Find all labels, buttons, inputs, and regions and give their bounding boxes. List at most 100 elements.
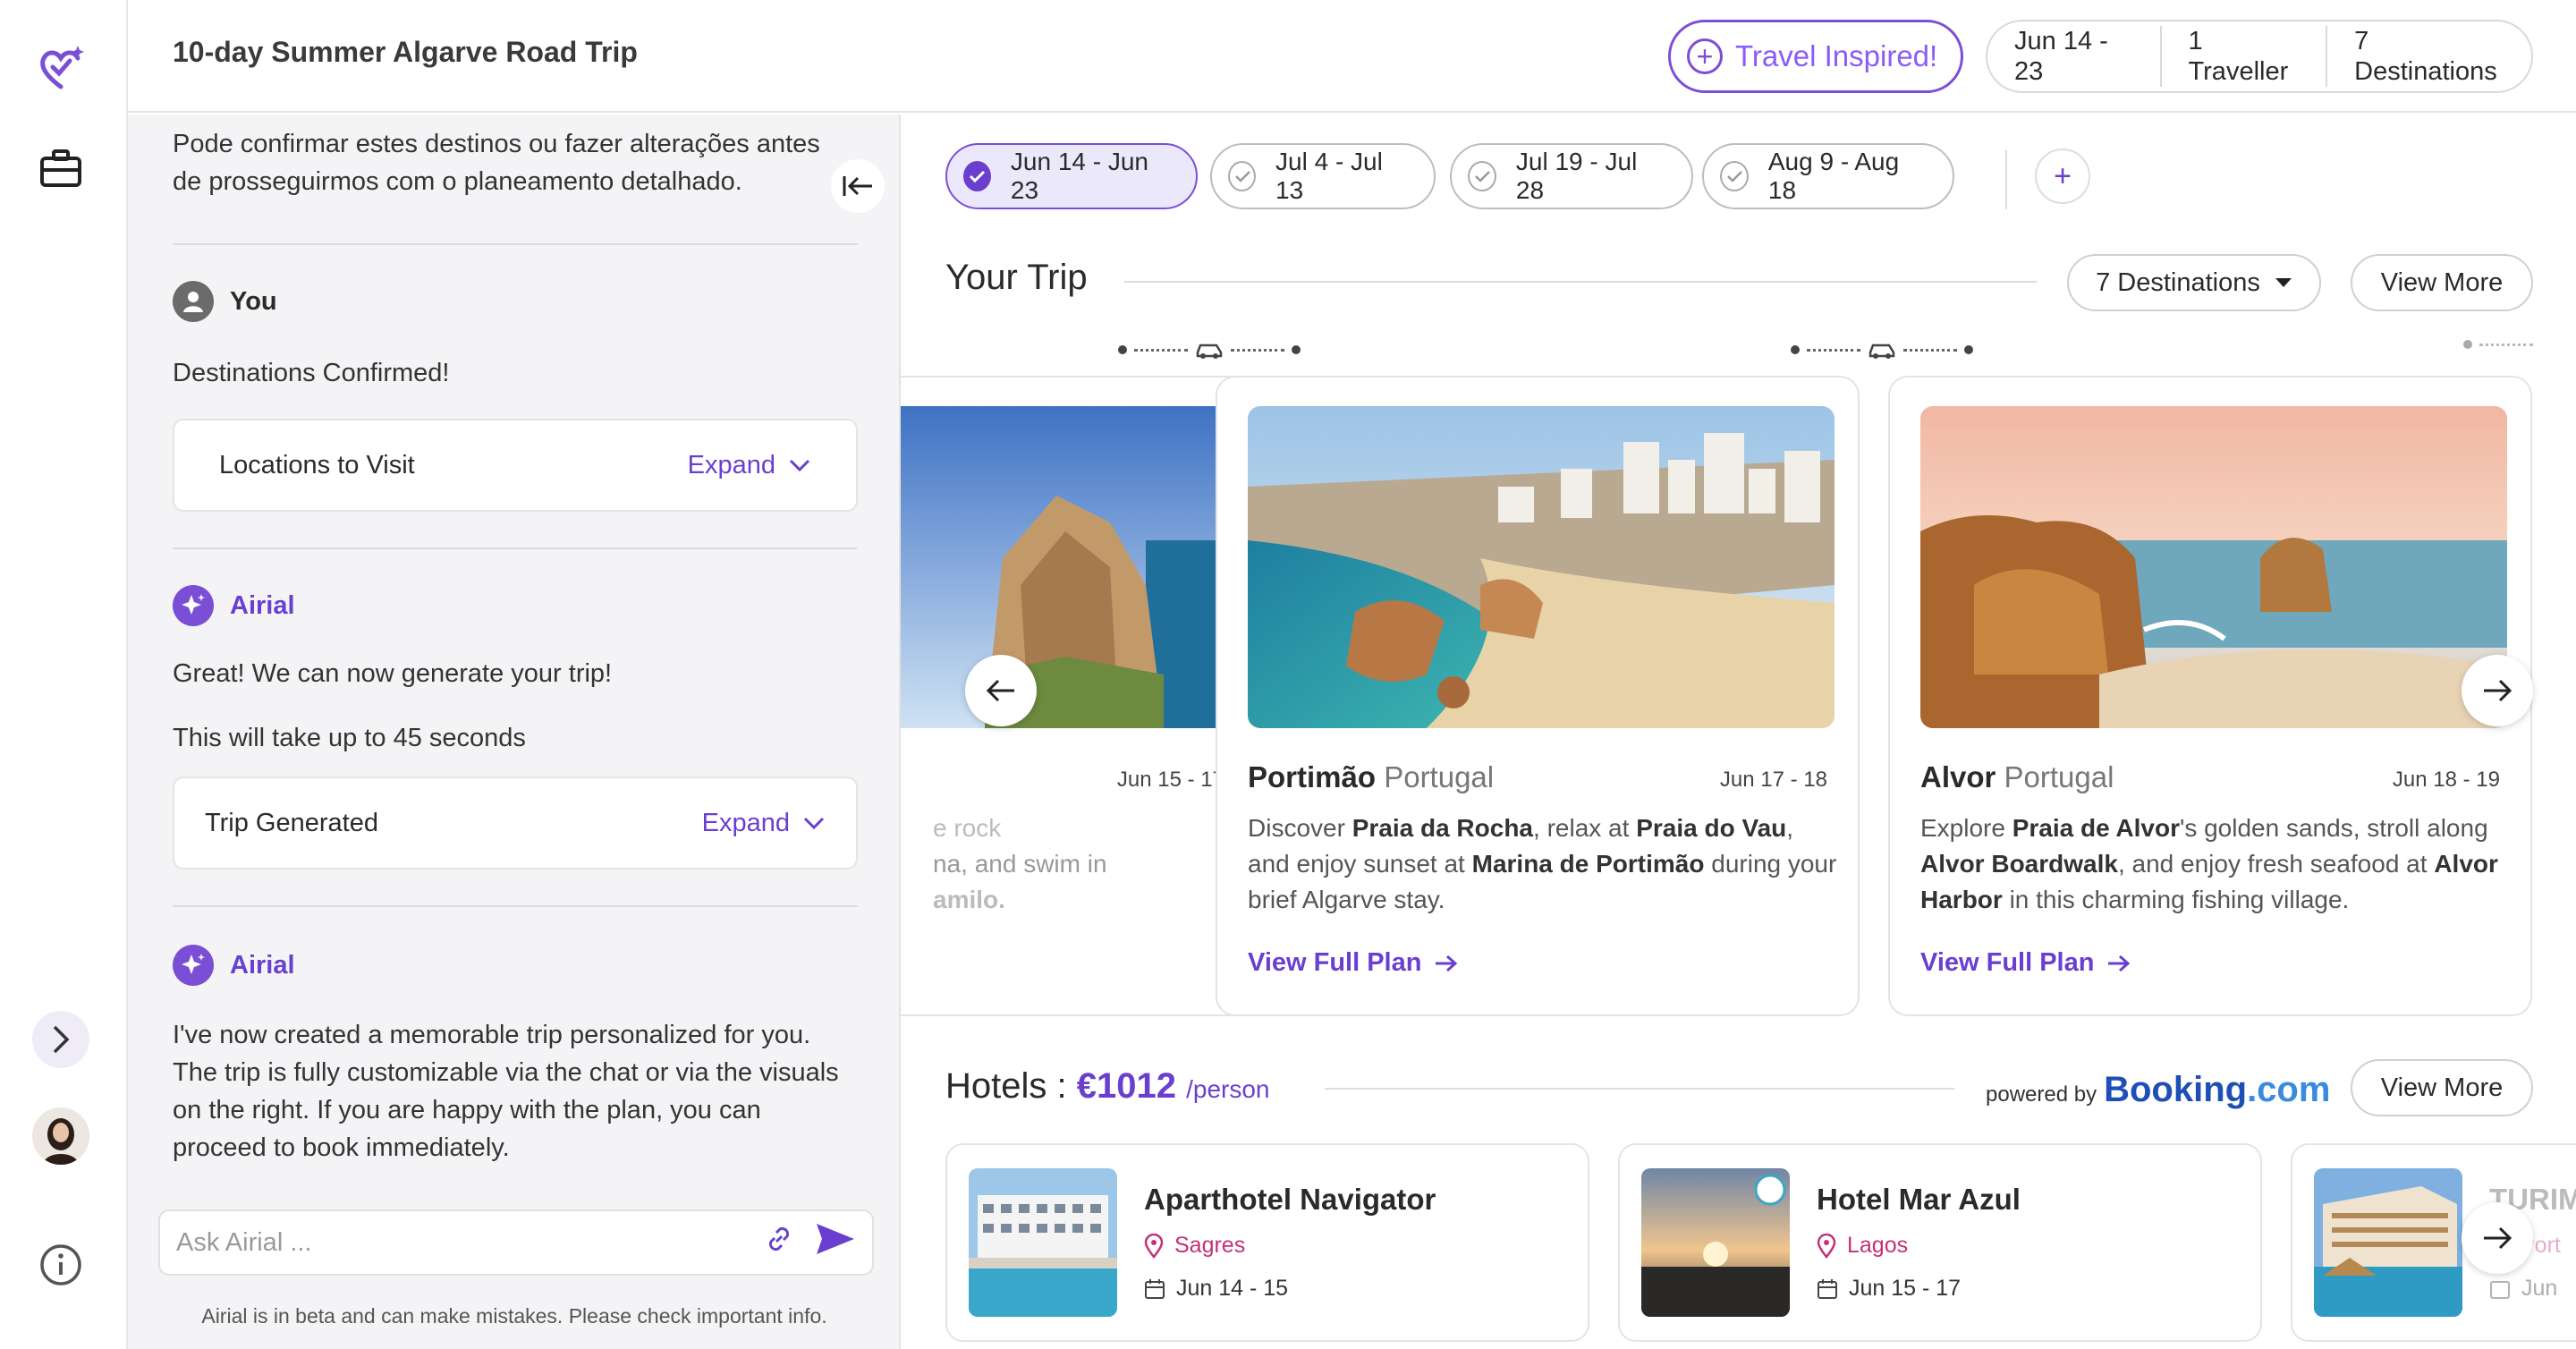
hotel-location: Sagres xyxy=(1144,1233,1245,1259)
view-more-trip-button[interactable]: View More xyxy=(2351,254,2533,311)
chevron-down-icon xyxy=(803,817,825,830)
arrow-right-icon xyxy=(2484,679,2512,702)
date-option-label: Jul 19 - Jul 28 xyxy=(1515,148,1638,204)
ai-header: Airial xyxy=(173,585,295,626)
place-highlight: Praia de Alvor xyxy=(2012,814,2180,842)
hotels-next-button[interactable] xyxy=(2462,1202,2533,1274)
ai-header: Airial xyxy=(173,945,295,986)
info-icon[interactable] xyxy=(32,1236,89,1294)
chevron-right-icon[interactable] xyxy=(32,1011,89,1068)
calendar-icon xyxy=(1145,1278,1165,1299)
add-date-button[interactable]: + xyxy=(2035,148,2090,204)
caret-down-icon xyxy=(2275,278,2292,287)
date-option-4[interactable]: Aug 9 - Aug 18 xyxy=(1702,143,1954,209)
ai-name: Airial xyxy=(230,590,295,620)
arrow-right-icon xyxy=(1436,954,1458,971)
destination-card-alvor[interactable]: Alvor Portugal Jun 18 - 19 Explore Praia… xyxy=(1888,376,2532,1016)
booking-logo[interactable]: Booking.com xyxy=(2104,1070,2330,1110)
ai-name: Airial xyxy=(230,950,295,980)
chat-panel: Pode confirmar estes destinos ou fazer a… xyxy=(128,115,901,1349)
hotel-card[interactable]: Aparthotel Navigator Sagres Jun 14 - 15 xyxy=(945,1143,1589,1342)
destination-card-portimao[interactable]: Portimão Portugal Jun 17 - 18 Discover P… xyxy=(1216,376,1860,1016)
travel-inspired-button[interactable]: + Travel Inspired! xyxy=(1668,20,1963,93)
date-option-label: Aug 9 - Aug 18 xyxy=(1767,148,1900,204)
trip-card-label: Trip Generated xyxy=(205,808,378,837)
user-header: You xyxy=(173,281,277,322)
drive-connector xyxy=(2463,340,2533,349)
drive-connector xyxy=(1791,340,1973,360)
powered-by-booking: powered by Booking.com xyxy=(1986,1070,2330,1110)
date-option-2[interactable]: Jul 4 - Jul 13 xyxy=(1210,143,1436,209)
destination-dates: Jun 17 - 18 xyxy=(1719,768,1827,792)
divider xyxy=(1124,281,2037,283)
disclaimer: Airial is in beta and can make mistakes.… xyxy=(201,1304,827,1328)
ask-input[interactable] xyxy=(176,1227,743,1258)
calendar-icon xyxy=(1818,1278,1837,1299)
hotel-card[interactable]: TURIM Port Jun xyxy=(2291,1143,2576,1342)
destination-dates: Jun 18 - 19 xyxy=(2392,768,2500,792)
description-text: in this charming fishing village. xyxy=(2002,886,2350,913)
avatar[interactable] xyxy=(32,1107,89,1165)
place-highlight: Praia da Rocha xyxy=(1352,814,1534,842)
date-option-1[interactable]: Jun 14 - Jun 23 xyxy=(945,143,1198,209)
locations-card-label: Locations to Visit xyxy=(219,450,415,479)
user-icon xyxy=(173,281,214,322)
hotels-per-person: /person xyxy=(1186,1075,1270,1103)
hotel-card[interactable]: Hotel Mar Azul Lagos Jun 15 - 17 xyxy=(1618,1143,2262,1342)
hotel-dates: Jun xyxy=(2489,1276,2557,1302)
calendar-icon xyxy=(2490,1280,2510,1299)
carousel-next-button[interactable] xyxy=(2462,655,2533,726)
hotel-image xyxy=(1641,1168,1790,1317)
view-full-plan-link[interactable]: View Full Plan xyxy=(1920,948,2131,978)
hotels-title: Hotels : xyxy=(945,1066,1067,1106)
check-icon xyxy=(1228,161,1257,191)
destination-image xyxy=(901,406,1232,728)
place-highlight: Alvor Boardwalk xyxy=(1920,850,2118,878)
expand-link[interactable]: Expand xyxy=(702,809,826,838)
summary-dates: Jun 14 - 23 xyxy=(1987,26,2162,87)
collapse-panel-button[interactable] xyxy=(831,159,885,213)
car-icon xyxy=(1196,344,1223,359)
ai-message: This will take up to 45 seconds xyxy=(173,724,526,752)
attach-link-icon[interactable] xyxy=(763,1223,795,1262)
briefcase-icon[interactable] xyxy=(32,140,89,197)
destinations-select[interactable]: 7 Destinations xyxy=(2067,254,2321,311)
travel-inspired-label: Travel Inspired! xyxy=(1735,39,1938,72)
map-pin-icon xyxy=(1144,1233,1164,1259)
date-option-3[interactable]: Jul 19 - Jul 28 xyxy=(1450,143,1693,209)
hotel-image xyxy=(2314,1168,2462,1317)
divider xyxy=(173,243,858,245)
view-more-hotels-button[interactable]: View More xyxy=(2351,1059,2533,1116)
place-highlight: Marina de Portimão xyxy=(1471,850,1705,878)
destination-image xyxy=(1920,406,2507,728)
ai-message: I've now created a memorable trip person… xyxy=(173,1021,839,1162)
divider xyxy=(173,547,858,549)
description-text: , relax at xyxy=(1533,814,1637,842)
locations-to-visit-card[interactable]: Locations to Visit Expand xyxy=(173,419,858,512)
powered-by-label: powered by xyxy=(1986,1082,2097,1107)
expand-link[interactable]: Expand xyxy=(688,451,811,480)
ai-message: Great! We can now generate your trip! xyxy=(173,659,613,688)
top-bar: 10-day Summer Algarve Road Trip + Travel… xyxy=(128,0,2576,113)
divider xyxy=(173,905,858,907)
description-text: Discover xyxy=(1248,814,1352,842)
trip-summary-pill[interactable]: Jun 14 - 23 1 Traveller 7 Destinations xyxy=(1986,20,2533,93)
divider xyxy=(1325,1088,1954,1090)
logo-heart-icon[interactable] xyxy=(32,39,89,97)
destination-title: Portimão Portugal xyxy=(1248,760,1495,793)
destination-card[interactable]: Jun 15 - 17 e rock na, and swim in amilo… xyxy=(901,376,1257,1016)
view-full-plan-link[interactable]: View Full Plan xyxy=(1248,948,1459,978)
intro-message: Pode confirmar estes destinos ou fazer a… xyxy=(173,130,820,196)
sparkle-icon xyxy=(173,585,214,626)
car-icon xyxy=(1868,344,1895,359)
trip-generated-card[interactable]: Trip Generated Expand xyxy=(173,776,858,870)
check-icon xyxy=(963,161,991,191)
description-text: , and enjoy fresh seafood at xyxy=(2117,850,2435,878)
arrow-right-icon xyxy=(2108,954,2131,971)
send-icon[interactable] xyxy=(815,1221,856,1264)
hotel-dates: Jun 14 - 15 xyxy=(1144,1276,1288,1302)
hotels-price: €1012 xyxy=(1076,1066,1176,1106)
destination-description: e rock na, and swim in amilo. xyxy=(933,814,1107,913)
carousel-prev-button[interactable] xyxy=(965,655,1037,726)
plus-circle-icon: + xyxy=(1687,38,1723,74)
